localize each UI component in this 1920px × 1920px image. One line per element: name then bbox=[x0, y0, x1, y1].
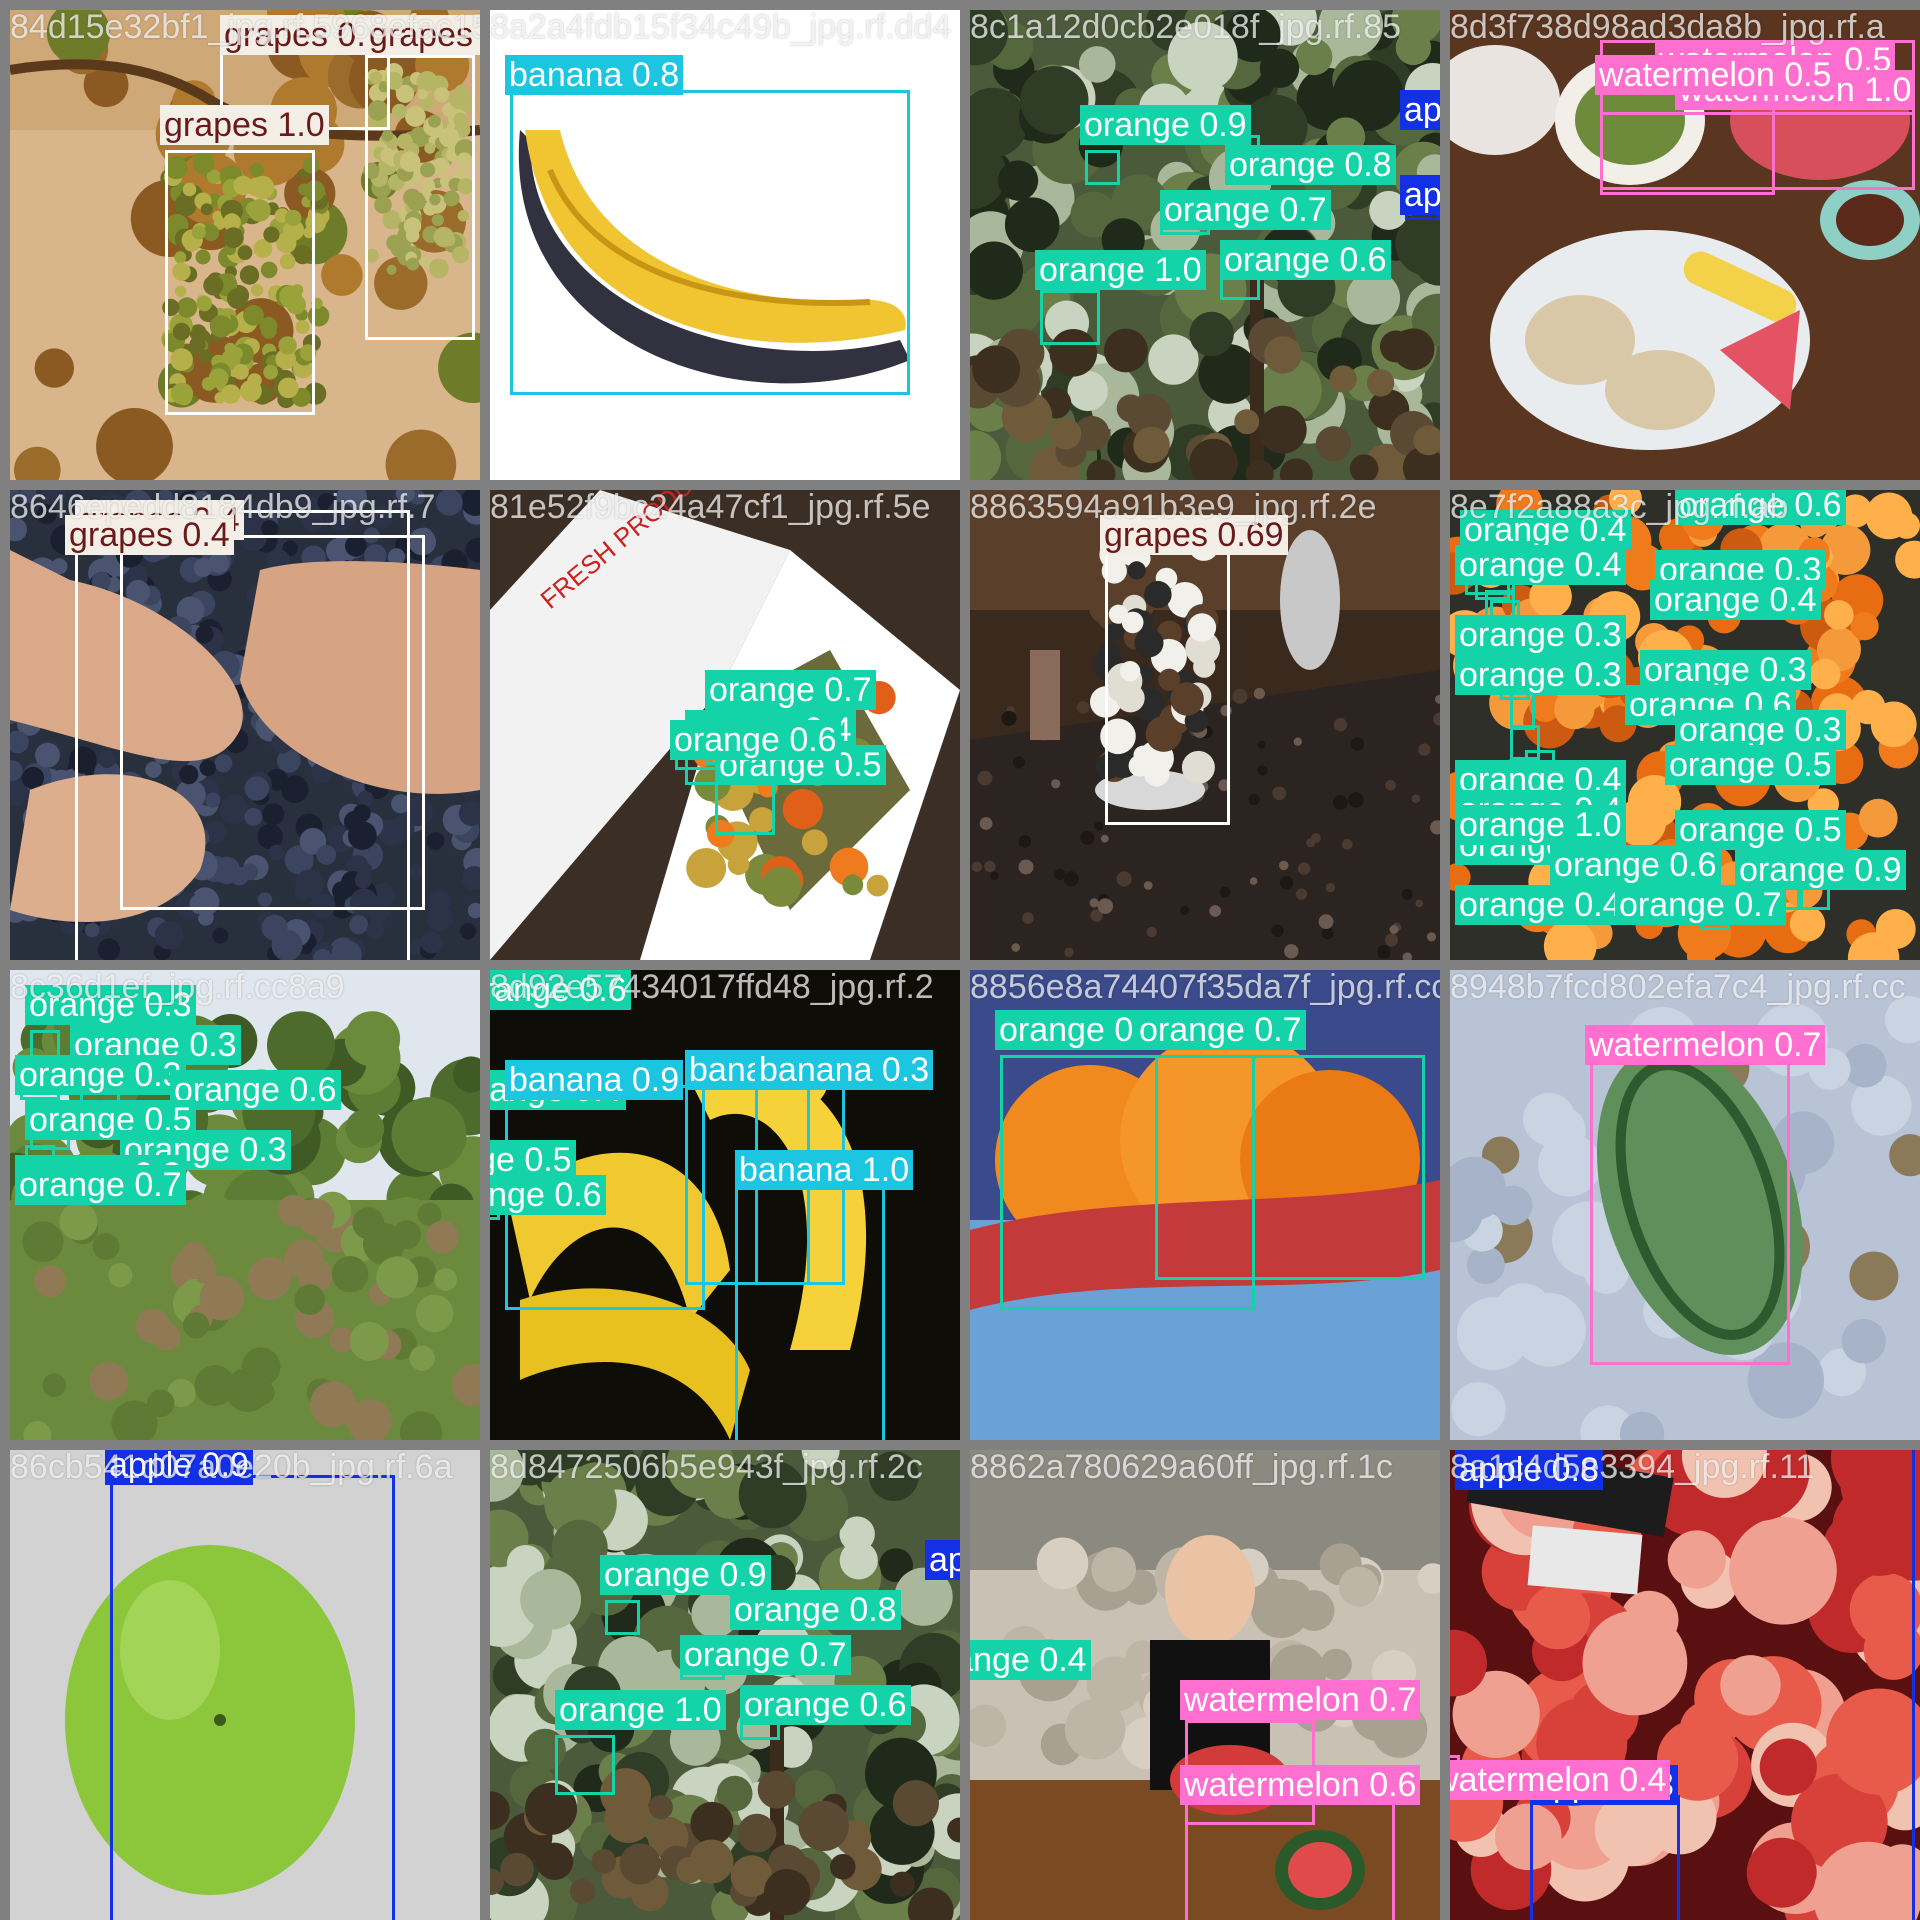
detection-label: orange 0.7 bbox=[15, 1165, 186, 1205]
tile-filename: 8d8472506b5e943f_jpg.rf.2c bbox=[490, 1450, 923, 1486]
detection-label: orange 0.6 bbox=[670, 720, 841, 760]
tile-filename: 8a1c4d5e3394_jpg.rf.11 bbox=[1450, 1450, 1815, 1486]
bounding-box bbox=[365, 55, 475, 340]
detection-label: orange 0.5 bbox=[490, 1140, 576, 1180]
bounding-box bbox=[1105, 545, 1230, 825]
detection-label: orange 0.4 bbox=[1650, 580, 1821, 620]
detection-label: orange 0.9 bbox=[1080, 105, 1251, 145]
bounding-box bbox=[165, 150, 315, 415]
bounding-box bbox=[1085, 150, 1120, 185]
mosaic-tile: 8948b7fcd802efa7c4_jpg.rf.cc watermelon 0… bbox=[1450, 970, 1920, 1440]
bounding-box bbox=[715, 780, 775, 835]
bounding-box bbox=[1510, 690, 1535, 730]
mosaic-tile: 8856e8a74407f35da7f_jpg.rf.cc5 orange 0.3… bbox=[970, 970, 1440, 1440]
tile-filename: 8d3f738d98ad3da8b_jpg.rf.a bbox=[1450, 10, 1885, 46]
tile-filename: 84d15e32bf1_jpg.rf.5968efac15e3b4d9a_jpg… bbox=[10, 10, 480, 46]
detection-label: orange 0.7 bbox=[705, 670, 876, 710]
mosaic-tile: 8d8472506b5e943f_jpg.rf.2c orange 0.9 oran… bbox=[490, 1450, 960, 1920]
detection-label: grapes 1.0 bbox=[160, 105, 329, 145]
mosaic-tile: 86cb541d07a0e20b_jpg.rf.6a apple 0.9 bbox=[10, 1450, 480, 1920]
tile-filename: 8e7f2a88a3c_jpg.rf.ab bbox=[1450, 490, 1789, 526]
detection-label: watermelon 0.7 bbox=[1585, 1025, 1826, 1065]
detection-label: orange 0.4 bbox=[970, 1640, 1091, 1680]
mosaic-tile: 8863594a91b3e9_jpg.rf.2e grapes 0.69 bbox=[970, 490, 1440, 960]
detection-label: banana 0.8 bbox=[505, 55, 684, 95]
detection-label: orange 0.7 bbox=[1135, 1010, 1306, 1050]
detection-label: watermelon 0.6 bbox=[1180, 1765, 1421, 1805]
mosaic-tile: 8646epedd8184db9_jpg.rf.7grapes 0.4grape… bbox=[10, 490, 480, 960]
tile-filename: 8a2a4fdb15f34c49b_jpg.rf.dd4 bbox=[490, 10, 952, 46]
tile-filename: 8856e8a74407f35da7f_jpg.rf.cc5 bbox=[970, 970, 1440, 1006]
detection-label: orange 0.9 bbox=[600, 1555, 771, 1595]
detection-label: orange 0.3 bbox=[1455, 655, 1626, 695]
bounding-box bbox=[1040, 290, 1100, 345]
tile-filename: 8863594a91b3e9_jpg.rf.2e bbox=[970, 490, 1377, 526]
detection-label: orange 0.3 bbox=[15, 1055, 186, 1095]
bounding-box bbox=[110, 1475, 395, 1920]
detection-label: orange 1.0 bbox=[555, 1690, 726, 1730]
mosaic-tile: 8e7f2a88a3c_jpg.rf.ab orange 0.6 orange 0.… bbox=[1450, 490, 1920, 960]
bounding-box bbox=[1450, 1450, 1915, 1920]
detection-label: apple 0.47 bbox=[1400, 90, 1440, 130]
detection-label: banana 0.9 bbox=[505, 1060, 684, 1100]
detection-label: banana 1.0 bbox=[735, 1150, 914, 1190]
tile-filename: 8c36d1ef_jpg.rf.cc8a9 bbox=[10, 970, 345, 1006]
tile-filename: 8c1a12d0cb2e018f_jpg.rf.85 bbox=[970, 10, 1402, 46]
detection-label: orange 0.3 bbox=[1455, 615, 1626, 655]
detection-label: apple 0.57 bbox=[925, 1540, 960, 1580]
bounding-box bbox=[555, 1735, 615, 1795]
detection-label: orange 0.6 bbox=[1220, 240, 1391, 280]
detection-label: orange 0.9 bbox=[1735, 850, 1906, 890]
detection-label: orange 0.4 bbox=[1455, 885, 1626, 925]
mosaic-tile: 8d92e57434017ffd48_jpg.rf.2orange 0.6ora… bbox=[490, 970, 960, 1440]
bounding-box bbox=[1590, 1040, 1790, 1365]
detection-mosaic: 84d15e32bf1_jpg.rf.5968efac15e3b4d9a_jpg… bbox=[0, 0, 1920, 1920]
detection-label: orange 0.3 bbox=[1675, 710, 1846, 750]
mosaic-tile: FRESH PRODUCE81e52f9bc24a47cf1_jpg.rf.5e… bbox=[490, 490, 960, 960]
detection-label: orange 0.5 bbox=[1675, 810, 1846, 850]
detection-label: orange 0.4 bbox=[1455, 545, 1626, 585]
tile-filename: 8d92e57434017ffd48_jpg.rf.2 bbox=[490, 970, 934, 1006]
tile-filename: 8862a780629a60ff_jpg.rf.1c bbox=[970, 1450, 1393, 1486]
mosaic-tile: 8862a780629a60ff_jpg.rf.1corange 0.4 wate… bbox=[970, 1450, 1440, 1920]
detection-label: orange 0.6 bbox=[1550, 845, 1721, 885]
detection-label: orange 0.8 bbox=[730, 1590, 901, 1630]
bounding-box bbox=[1155, 1055, 1425, 1280]
bounding-box bbox=[510, 90, 910, 395]
detection-label: orange 0.7 bbox=[680, 1635, 851, 1675]
detection-label: orange 0.5 bbox=[1665, 745, 1836, 785]
mosaic-tile: 8a2a4fdb15f34c49b_jpg.rf.dd4banana 0.8 bbox=[490, 10, 960, 480]
detection-label: orange 1.0 bbox=[1455, 805, 1626, 845]
bounding-box bbox=[735, 1180, 885, 1440]
mosaic-tile: 8c1a12d0cb2e018f_jpg.rf.85 orange 0.9 oran… bbox=[970, 10, 1440, 480]
detection-label: watermelon 0.5 bbox=[1595, 55, 1836, 95]
detection-label: orange 1.0 bbox=[1035, 250, 1206, 290]
detection-label: apple 0.36 bbox=[1400, 175, 1440, 215]
detection-label: orange 0.6 bbox=[740, 1685, 911, 1725]
detection-label: orange 0.3 bbox=[1640, 650, 1811, 690]
detection-label: watermelon 0.4 bbox=[1450, 1760, 1671, 1800]
bounding-box bbox=[120, 535, 425, 910]
mosaic-tile: 8c36d1ef_jpg.rf.cc8a9orange 0.3 orange 0.… bbox=[10, 970, 480, 1440]
mosaic-tile: 84d15e32bf1_jpg.rf.5968efac15e3b4d9a_jpg… bbox=[10, 10, 480, 480]
tile-filename: 86cb541d07a0e20b_jpg.rf.6a bbox=[10, 1450, 453, 1486]
bounding-box bbox=[605, 1600, 640, 1635]
tile-filename: 8646epedd8184db9_jpg.rf.7 bbox=[10, 490, 436, 526]
mosaic-tile: 8a1c4d5e3394_jpg.rf.11apple 0.8apple 0.3… bbox=[1450, 1450, 1920, 1920]
detection-label: orange 0.7 bbox=[1160, 190, 1331, 230]
detection-label: orange 0.7 bbox=[1615, 885, 1786, 925]
mosaic-tile: 8d3f738d98ad3da8b_jpg.rf.a watermelon 0.5… bbox=[1450, 10, 1920, 480]
bounding-box bbox=[1530, 1795, 1680, 1920]
detection-label: banana 0.3 bbox=[755, 1050, 934, 1090]
tile-filename: 81e52f9bc24a47cf1_jpg.rf.5e bbox=[490, 490, 931, 526]
detection-label: orange 0.8 bbox=[1225, 145, 1396, 185]
detection-label: orange 0.6 bbox=[490, 1175, 606, 1215]
detection-label: watermelon 0.7 bbox=[1180, 1680, 1421, 1720]
tile-filename: 8948b7fcd802efa7c4_jpg.rf.cc bbox=[1450, 970, 1906, 1006]
